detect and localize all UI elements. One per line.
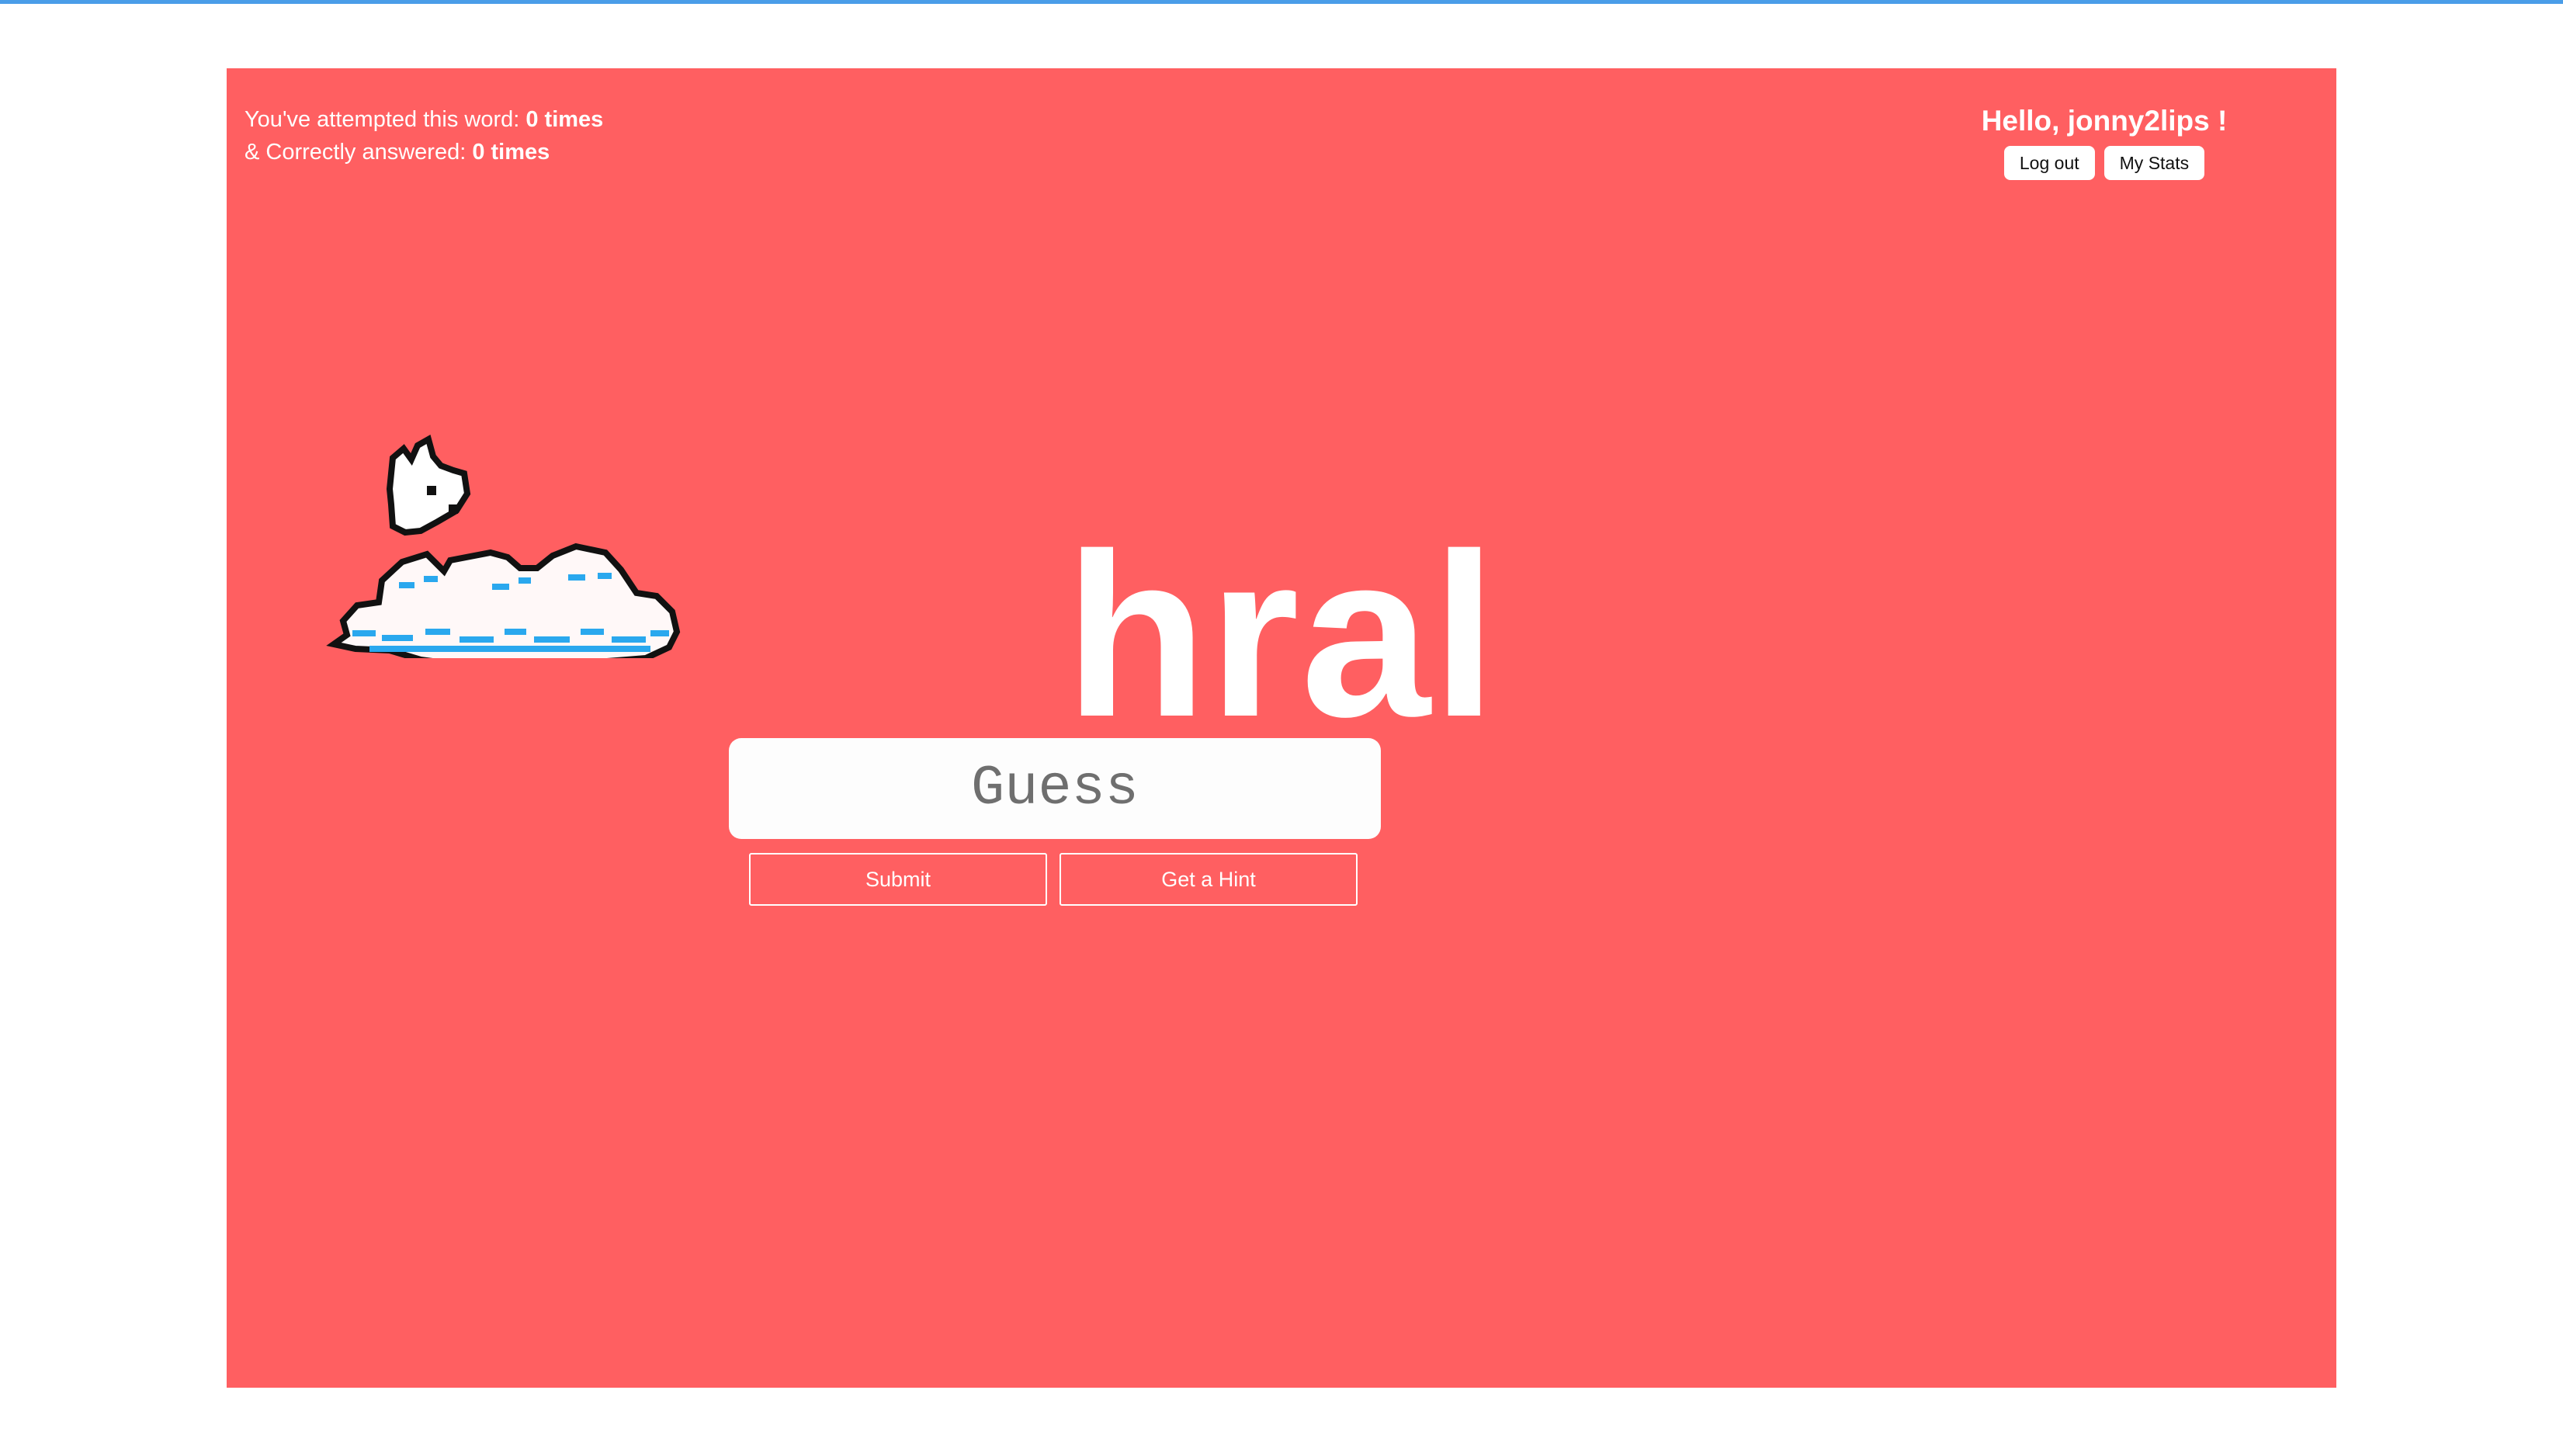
user-actions: Log out My Stats: [1976, 146, 2232, 180]
user-panel: Hello, jonny2lips ! Log out My Stats: [1976, 103, 2232, 180]
correct-count-value: 0 times: [472, 140, 550, 165]
top-accent-line: [0, 0, 2563, 4]
correct-count-line: & Correctly answered: 0 times: [245, 136, 603, 168]
my-stats-button[interactable]: My Stats: [2103, 146, 2205, 180]
guess-input[interactable]: [729, 738, 1381, 839]
game-panel: You've attempted this word: 0 times & Co…: [227, 68, 2336, 1388]
correct-count-label: & Correctly answered:: [245, 140, 473, 165]
word-stats: You've attempted this word: 0 times & Co…: [245, 103, 603, 168]
user-greeting: Hello, jonny2lips !: [1981, 105, 2228, 137]
attempt-count-label: You've attempted this word:: [245, 107, 526, 132]
submit-button[interactable]: Submit: [749, 853, 1047, 906]
scrambled-word: hral: [1064, 504, 1499, 765]
logout-button[interactable]: Log out: [2003, 146, 2095, 180]
attempt-count-line: You've attempted this word: 0 times: [245, 103, 603, 136]
attempt-count-value: 0 times: [525, 107, 604, 132]
get-hint-button[interactable]: Get a Hint: [1060, 853, 1358, 906]
